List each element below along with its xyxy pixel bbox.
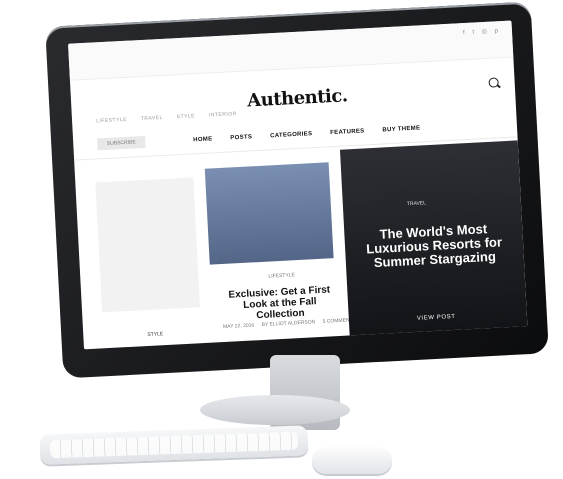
website-screen: f t ◎ p LIFESTYLE TRAVEL STYLE INTERIOR …: [68, 20, 528, 350]
keyboard-keys: [49, 431, 299, 459]
right-card-category[interactable]: TRAVEL: [407, 200, 426, 207]
top-nav-item[interactable]: LIFESTYLE: [96, 117, 127, 125]
monitor-base: [200, 395, 350, 425]
menu-posts[interactable]: POSTS: [230, 134, 252, 141]
monitor: f t ◎ p LIFESTYLE TRAVEL STYLE INTERIOR …: [45, 1, 549, 379]
site-logo[interactable]: Authentic.: [247, 85, 348, 111]
subscribe-button[interactable]: SUBSCRIBE: [97, 135, 146, 151]
twitter-icon[interactable]: t: [472, 30, 474, 36]
style-card-image[interactable]: [95, 177, 201, 313]
right-card-title[interactable]: The World's Most Luxurious Resorts for S…: [358, 221, 510, 271]
main-menu: HOME POSTS CATEGORIES FEATURES BUY THEME: [193, 125, 436, 143]
street-photo-card[interactable]: [204, 162, 334, 265]
keyboard: [39, 425, 309, 465]
facebook-icon[interactable]: f: [463, 30, 465, 36]
post-date: MAY 22, 2016: [222, 322, 255, 331]
middle-card-title[interactable]: Exclusive: Get a First Look at the Fall …: [217, 284, 343, 323]
menu-categories[interactable]: CATEGORIES: [270, 131, 312, 139]
mouse: [312, 446, 392, 474]
top-nav: LIFESTYLE TRAVEL STYLE INTERIOR: [96, 110, 249, 124]
top-nav-item[interactable]: INTERIOR: [209, 111, 237, 118]
header-bar: [68, 20, 514, 81]
left-card-category[interactable]: STYLE: [147, 331, 163, 338]
instagram-icon[interactable]: ◎: [482, 29, 488, 35]
pinterest-icon[interactable]: p: [494, 28, 498, 34]
menu-buy-theme[interactable]: BUY THEME: [382, 125, 420, 133]
middle-card-category[interactable]: LIFESTYLE: [268, 272, 295, 279]
search-icon[interactable]: [488, 77, 499, 88]
menu-features[interactable]: FEATURES: [330, 128, 365, 136]
top-nav-item[interactable]: STYLE: [177, 113, 196, 120]
menu-home[interactable]: HOME: [193, 136, 212, 143]
top-nav-item[interactable]: TRAVEL: [141, 115, 163, 122]
